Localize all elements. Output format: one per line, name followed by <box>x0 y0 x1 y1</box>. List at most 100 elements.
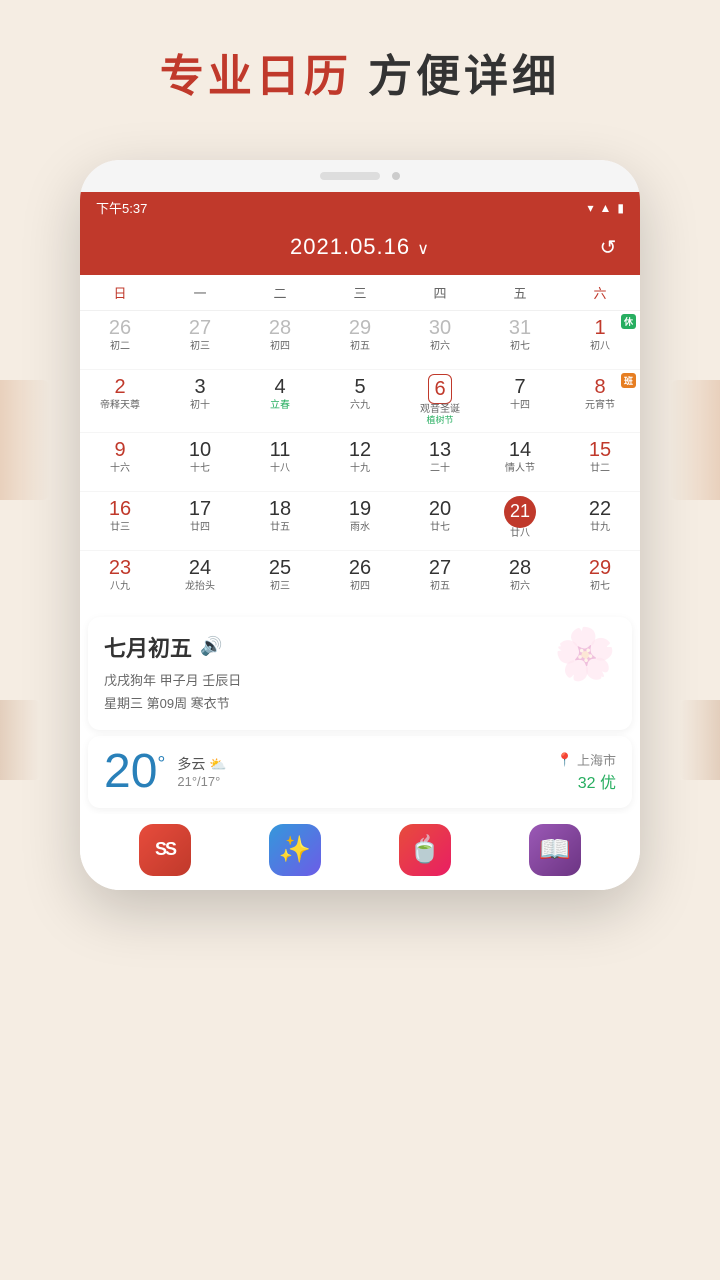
calendar-grid: 26初二27初三28初四29初五30初六31初七休1初八 2帝释天尊3初十4立春5… <box>80 311 640 609</box>
status-icons: ▾ ▲ ▮ <box>587 201 624 215</box>
plum-decor: 🌸 <box>551 622 618 686</box>
dow-cell-六: 六 <box>560 275 640 310</box>
page-title: 专业日历 方便详细 <box>0 0 720 124</box>
day-lunar-3: 初十 <box>162 400 238 412</box>
phone-camera <box>392 172 400 180</box>
lunar-date: 七月初五 <box>104 631 192 663</box>
weather-panel: 20° 多云 ⛅ 21°/17° 📍 上海市 32 优 <box>88 736 632 808</box>
day-cell-29[interactable]: 29初七 <box>560 551 640 609</box>
day-cell-3[interactable]: 3初十 <box>160 370 240 432</box>
lunar-date-row: 七月初五 🔊 <box>104 631 616 663</box>
day-cell-9[interactable]: 9十六 <box>80 433 160 491</box>
day-cell-26[interactable]: 26初二 <box>80 311 160 369</box>
side-decor-right <box>670 380 720 500</box>
day-cell-28[interactable]: 28初四 <box>240 311 320 369</box>
day-cell-27[interactable]: 27初五 <box>400 551 480 609</box>
info-line2: 星期三 第09周 寒衣节 <box>104 692 616 715</box>
day-lunar-25: 初三 <box>242 581 318 593</box>
day-cell-17[interactable]: 17廿四 <box>160 492 240 550</box>
day-lunar-30: 初六 <box>402 341 478 353</box>
weather-description: 多云 ⛅ 21°/17° <box>177 754 226 789</box>
side-decor-left <box>0 380 50 500</box>
day-cell-2[interactable]: 2帝释天尊 <box>80 370 160 432</box>
day-cell-18[interactable]: 18廿五 <box>240 492 320 550</box>
day-cell-26[interactable]: 26初四 <box>320 551 400 609</box>
calendar-header: 2021.05.16 ∨ ↺ <box>80 223 640 275</box>
wifi-icon: ▾ <box>587 201 593 215</box>
dow-header: 日一二三四五六 <box>80 275 640 311</box>
day-cell-28[interactable]: 28初六 <box>480 551 560 609</box>
day-lunar-22: 廿九 <box>562 522 638 534</box>
phone-speaker <box>320 172 380 180</box>
info-details: 戊戌狗年 甲子月 壬辰日 星期三 第09周 寒衣节 <box>104 669 616 716</box>
day-cell-19[interactable]: 19雨水 <box>320 492 400 550</box>
bottom-nav: SS ✨ 🍵 📖 <box>80 814 640 890</box>
day-cell-11[interactable]: 11十八 <box>240 433 320 491</box>
day-cell-27[interactable]: 27初三 <box>160 311 240 369</box>
day-lunar-2: 帝释天尊 <box>82 400 158 412</box>
dow-cell-二: 二 <box>240 275 320 310</box>
day-cell-30[interactable]: 30初六 <box>400 311 480 369</box>
status-bar: 下午5:37 ▾ ▲ ▮ <box>80 192 640 223</box>
dow-cell-五: 五 <box>480 275 560 310</box>
day-lunar-28: 初六 <box>482 581 558 593</box>
nav-icon-app3[interactable]: 🍵 <box>399 824 451 876</box>
day-event-6: 植树节 <box>402 416 478 426</box>
day-lunar-20: 廿七 <box>402 522 478 534</box>
dow-cell-一: 一 <box>160 275 240 310</box>
day-cell-5[interactable]: 5六九 <box>320 370 400 432</box>
day-lunar-27: 初五 <box>402 581 478 593</box>
day-cell-4[interactable]: 4立春 <box>240 370 320 432</box>
day-cell-12[interactable]: 12十九 <box>320 433 400 491</box>
day-lunar-29: 初七 <box>562 581 638 593</box>
day-lunar-31: 初七 <box>482 341 558 353</box>
info-line1: 戊戌狗年 甲子月 壬辰日 <box>104 669 616 692</box>
day-lunar-28: 初四 <box>242 341 318 353</box>
day-lunar-13: 二十 <box>402 463 478 475</box>
day-cell-13[interactable]: 13二十 <box>400 433 480 491</box>
refresh-button[interactable]: ↺ <box>592 231 624 263</box>
weather-quality: 32 优 <box>557 769 616 793</box>
calendar-date-title[interactable]: 2021.05.16 ∨ <box>290 234 430 260</box>
dow-cell-日: 日 <box>80 275 160 310</box>
side-decor-left2 <box>0 700 40 780</box>
phone-frame: 下午5:37 ▾ ▲ ▮ 2021.05.16 ∨ ↺ 日一二三四五六 26初二… <box>80 160 640 890</box>
day-cell-7[interactable]: 7十四 <box>480 370 560 432</box>
day-cell-23[interactable]: 23八九 <box>80 551 160 609</box>
nav-icon-app1[interactable]: SS <box>139 824 191 876</box>
day-cell-25[interactable]: 25初三 <box>240 551 320 609</box>
nav-icon-app4[interactable]: 📖 <box>529 824 581 876</box>
day-cell-20[interactable]: 20廿七 <box>400 492 480 550</box>
day-lunar-26: 初二 <box>82 341 158 353</box>
day-lunar-9: 十六 <box>82 463 158 475</box>
day-cell-22[interactable]: 22廿九 <box>560 492 640 550</box>
badge-8: 班 <box>621 373 636 388</box>
battery-icon: ▮ <box>617 201 624 215</box>
day-cell-1[interactable]: 休1初八 <box>560 311 640 369</box>
day-cell-29[interactable]: 29初五 <box>320 311 400 369</box>
day-cell-6[interactable]: 6 观音圣诞植树节 <box>400 370 480 432</box>
day-cell-10[interactable]: 10十七 <box>160 433 240 491</box>
day-cell-16[interactable]: 16廿三 <box>80 492 160 550</box>
day-lunar-29: 初五 <box>322 341 398 353</box>
day-lunar-18: 廿五 <box>242 522 318 534</box>
info-panel: 🌸 七月初五 🔊 戊戌狗年 甲子月 壬辰日 星期三 第09周 寒衣节 <box>88 617 632 730</box>
day-lunar-16: 廿三 <box>82 522 158 534</box>
day-lunar-1: 初八 <box>562 341 638 353</box>
day-lunar-17: 廿四 <box>162 522 238 534</box>
nav-icon-app2[interactable]: ✨ <box>269 824 321 876</box>
day-lunar-4: 立春 <box>242 400 318 412</box>
day-cell-31[interactable]: 31初七 <box>480 311 560 369</box>
dow-cell-四: 四 <box>400 275 480 310</box>
day-cell-8[interactable]: 班8元宵节 <box>560 370 640 432</box>
weather-city: 📍 上海市 <box>557 750 616 769</box>
day-cell-15[interactable]: 15廿二 <box>560 433 640 491</box>
day-cell-21[interactable]: 21廿八 <box>480 492 560 550</box>
day-lunar-10: 十七 <box>162 463 238 475</box>
day-cell-24[interactable]: 24龙抬头 <box>160 551 240 609</box>
day-lunar-11: 十八 <box>242 463 318 475</box>
dow-cell-三: 三 <box>320 275 400 310</box>
day-lunar-8: 元宵节 <box>562 400 638 412</box>
sound-icon[interactable]: 🔊 <box>200 636 222 657</box>
day-cell-14[interactable]: 14情人节 <box>480 433 560 491</box>
